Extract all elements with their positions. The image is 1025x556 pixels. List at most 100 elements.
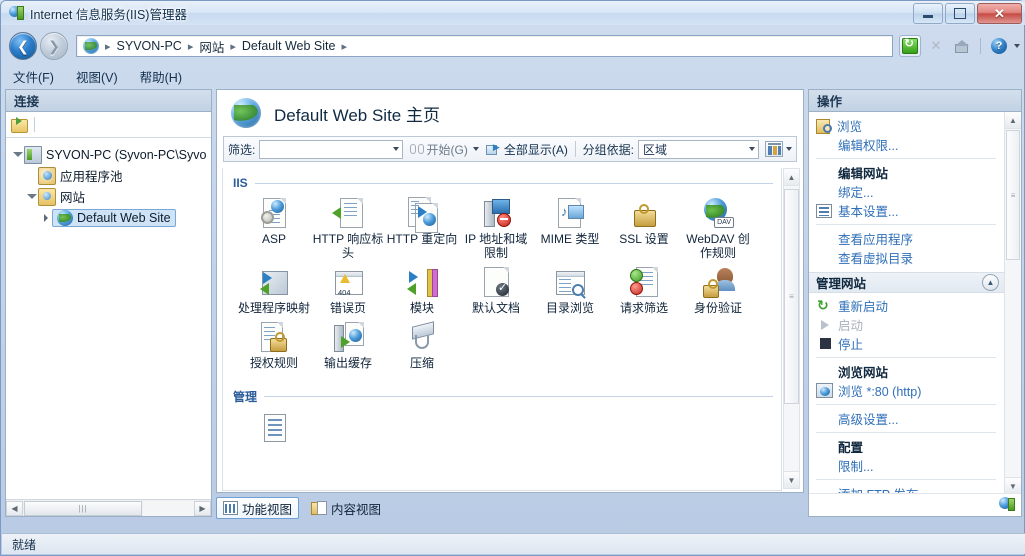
feature-tile-asp[interactable]: ASP [237,197,311,260]
feature-tile-configuration-editor[interactable] [237,412,311,447]
scrollbar-thumb[interactable]: ≡ [1006,130,1020,260]
actions-list: 浏览 编辑权限... 编辑网站 绑定... 基本设置... 查看应用程序 查看虚… [809,112,1021,494]
scroll-right-button[interactable]: ▶ [194,500,211,516]
mime-types-icon: ♪ [554,197,586,229]
group-by-value: 区域 [642,142,667,157]
scrollbar-thumb[interactable]: ≡ [784,189,799,404]
feature-tile-ip-restrictions[interactable]: IP 地址和域限制 [459,197,533,260]
scroll-left-button[interactable]: ◀ [6,500,23,516]
iis-server-icon [8,5,24,21]
action-browse[interactable]: 浏览 [809,116,1004,135]
feature-tile-http-response-headers[interactable]: HTTP 响应标头 [311,197,385,260]
chevron-down-icon[interactable] [392,147,399,151]
tree-node-app-pools[interactable]: 应用程序池 [12,165,211,186]
feature-tile-directory-browsing[interactable]: 目录浏览 [533,266,607,315]
action-label: 编辑权限... [838,139,899,153]
minimize-button[interactable] [913,3,943,24]
breadcrumb-item-server[interactable]: SYVON-PC [114,38,185,54]
actions-vertical-scrollbar[interactable]: ▲ ≡ ▼ [1004,112,1021,494]
refresh-button[interactable] [899,35,921,57]
action-advanced-settings[interactable]: 高级设置... [809,409,1004,428]
tree-node-sites[interactable]: 网站 [12,186,211,207]
action-stop[interactable]: 停止 [809,334,1004,353]
feature-label: 授权规则 [249,356,298,370]
features-vertical-scrollbar[interactable]: ▲ ≡ ▼ [783,168,800,489]
help-button[interactable]: ? [988,35,1010,57]
tab-content-view[interactable]: 内容视图 [305,498,387,518]
tree-node-server[interactable]: SYVON-PC (Syvon-PC\Syvo [12,144,211,165]
expander-icon[interactable] [26,194,38,199]
connections-horizontal-scrollbar[interactable]: ◀ ||| ▶ [6,499,211,516]
action-limits[interactable]: 限制... [809,456,1004,475]
expander-icon[interactable] [12,152,24,157]
chevron-down-icon[interactable] [786,147,792,151]
scroll-up-button[interactable]: ▲ [1005,112,1021,129]
home-button[interactable] [951,35,973,57]
scrollbar-thumb[interactable]: ||| [24,500,142,516]
feature-tile-default-document[interactable]: 默认文档 [459,266,533,315]
feature-tile-error-pages[interactable]: 404 错误页 [311,266,385,315]
iis-manager-window: Internet 信息服务(IIS)管理器 ✕ ❮ ❯ ▸ SYVON-PC ▸… [0,0,1025,556]
tab-feature-view[interactable]: 功能视图 [216,497,300,519]
page-title-row: Default Web Site 主页 [217,90,803,136]
basic-settings-icon [816,203,833,219]
web-site-globe-icon [231,98,261,128]
menu-view[interactable]: 视图(V) [76,67,118,86]
menu-help[interactable]: 帮助(H) [140,67,182,86]
breadcrumb-item-sites[interactable]: 网站 [196,36,227,57]
scroll-up-button[interactable]: ▲ [784,169,799,186]
maximize-icon [954,8,966,19]
filter-go-button[interactable]: 开始(G) [409,141,479,158]
feature-tile-output-caching[interactable]: 输出缓存 [311,321,385,370]
filter-input[interactable] [259,139,403,159]
feature-tile-request-filtering[interactable]: 请求筛选 [607,266,681,315]
feature-tile-mime-types[interactable]: ♪ MIME 类型 [533,197,607,260]
back-button[interactable]: ❮ [9,32,37,60]
back-arrow-icon: ❮ [17,38,29,54]
web-site-icon [57,209,73,226]
stop-button[interactable]: ✕ [925,35,947,57]
action-browse-port-80[interactable]: 浏览 *:80 (http) [809,381,1004,400]
action-bindings[interactable]: 绑定... [809,182,1004,201]
show-all-button[interactable]: 全部显示(A) [485,141,568,158]
maximize-button[interactable] [945,3,975,24]
chevron-down-icon[interactable] [472,147,479,151]
action-edit-permissions[interactable]: 编辑权限... [809,135,1004,154]
chevron-up-icon[interactable]: ▲ [982,274,999,291]
breadcrumb-item-site[interactable]: Default Web Site [239,38,339,54]
action-basic-settings[interactable]: 基本设置... [809,201,1004,220]
connections-pane: 连接 SYVON-PC (Syvon-PC\Syvo 应用程序池 网站 Defa… [5,89,212,517]
action-start[interactable]: 启动 [809,315,1004,334]
tree-node-default-web-site[interactable]: Default Web Site [12,207,211,228]
expander-icon[interactable] [40,213,52,222]
view-mode-icon[interactable] [765,141,783,157]
action-label: 浏览 *:80 (http) [838,385,922,399]
chevron-down-icon[interactable] [749,147,755,151]
feature-tile-handler-mappings[interactable]: 处理程序映射 [237,266,311,315]
feature-tile-modules[interactable]: 模块 [385,266,459,315]
webdav-authoring-rules-icon: DAV [702,197,734,229]
action-label: 查看应用程序 [838,233,914,247]
scrollbar-track[interactable] [143,500,194,516]
feature-group-management: 管理 [223,388,781,453]
forward-arrow-icon: ❯ [48,38,60,54]
feature-tile-webdav[interactable]: DAV WebDAV 创作规则 [681,197,755,260]
feature-tile-authorization-rules[interactable]: 授权规则 [237,321,311,370]
feature-tiles [223,405,781,453]
forward-button[interactable]: ❯ [40,32,68,60]
scroll-down-button[interactable]: ▼ [784,471,799,488]
action-restart[interactable]: ↻ 重新启动 [809,296,1004,315]
menu-file[interactable]: 文件(F) [13,67,54,86]
feature-tile-authentication[interactable]: 身份验证 [681,266,755,315]
breadcrumb[interactable]: ▸ SYVON-PC ▸ 网站 ▸ Default Web Site ▸ [76,35,893,57]
action-view-virtual-directories[interactable]: 查看虚拟目录 [809,248,1004,267]
close-button[interactable]: ✕ [977,3,1022,24]
action-view-applications[interactable]: 查看应用程序 [809,229,1004,248]
feature-tile-compression[interactable]: 压缩 [385,321,459,370]
feature-tile-ssl-settings[interactable]: SSL 设置 [607,197,681,260]
feature-tile-http-redirect[interactable]: HTTP 重定向 [385,197,459,260]
connect-folder-icon[interactable] [11,117,28,133]
group-by-select[interactable]: 区域 [637,139,759,159]
scroll-down-button[interactable]: ▼ [1005,477,1021,494]
help-dropdown-icon[interactable] [1014,44,1020,48]
